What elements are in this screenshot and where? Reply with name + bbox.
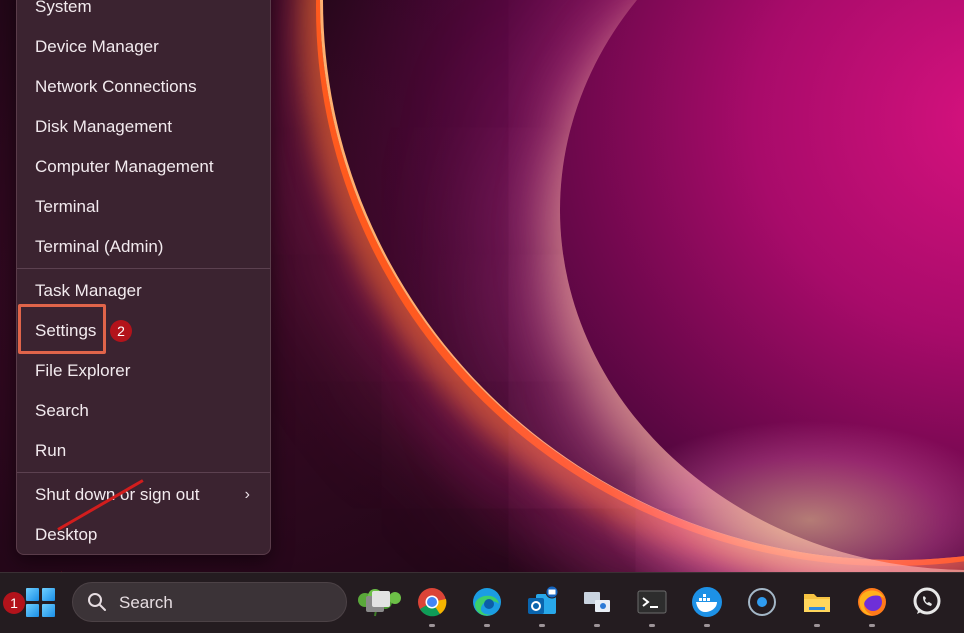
firefox-icon[interactable] — [856, 586, 888, 618]
running-indicator — [649, 624, 655, 627]
network-app-icon[interactable] — [581, 586, 613, 618]
menu-item-file-explorer[interactable]: File Explorer — [17, 351, 270, 391]
chrome-icon[interactable] — [416, 586, 448, 618]
docker-icon[interactable] — [691, 586, 723, 618]
whatsapp-icon[interactable] — [911, 586, 943, 618]
menu-item-terminal[interactable]: Terminal — [17, 187, 270, 227]
step-1-badge: 1 — [3, 592, 25, 614]
menu-item-run[interactable]: Run — [17, 431, 270, 471]
cortana-icon[interactable] — [746, 586, 778, 618]
chevron-right-icon: › — [244, 486, 250, 503]
running-indicator — [429, 624, 435, 627]
running-indicator — [539, 624, 545, 627]
settings-highlight-box — [18, 304, 106, 354]
menu-item-system[interactable]: System — [17, 0, 270, 27]
menu-item-terminal-admin[interactable]: Terminal (Admin) — [17, 227, 270, 267]
terminal-icon[interactable] — [636, 586, 668, 618]
search-icon — [88, 593, 106, 611]
menu-item-network-connections[interactable]: Network Connections — [17, 67, 270, 107]
menu-separator — [17, 472, 270, 473]
winx-context-menu: System Device Manager Network Connection… — [16, 0, 271, 555]
outlook-icon[interactable] — [526, 586, 558, 618]
menu-item-computer-management[interactable]: Computer Management — [17, 147, 270, 187]
menu-item-desktop[interactable]: Desktop — [17, 515, 270, 555]
task-view-icon[interactable] — [362, 586, 394, 618]
start-button[interactable] — [26, 588, 56, 618]
running-indicator — [814, 624, 820, 627]
edge-icon[interactable] — [471, 586, 503, 618]
menu-item-search[interactable]: Search — [17, 391, 270, 431]
file-explorer-icon[interactable] — [801, 586, 833, 618]
menu-separator — [17, 268, 270, 269]
search-placeholder: Search — [119, 593, 173, 612]
running-indicator — [594, 624, 600, 627]
taskbar-search-box[interactable]: Search — [72, 582, 401, 622]
running-indicator — [704, 624, 710, 627]
menu-item-disk-management[interactable]: Disk Management — [17, 107, 270, 147]
menu-item-device-manager[interactable]: Device Manager — [17, 27, 270, 67]
step-2-badge: 2 — [110, 320, 132, 342]
running-indicator — [869, 624, 875, 627]
running-indicator — [484, 624, 490, 627]
